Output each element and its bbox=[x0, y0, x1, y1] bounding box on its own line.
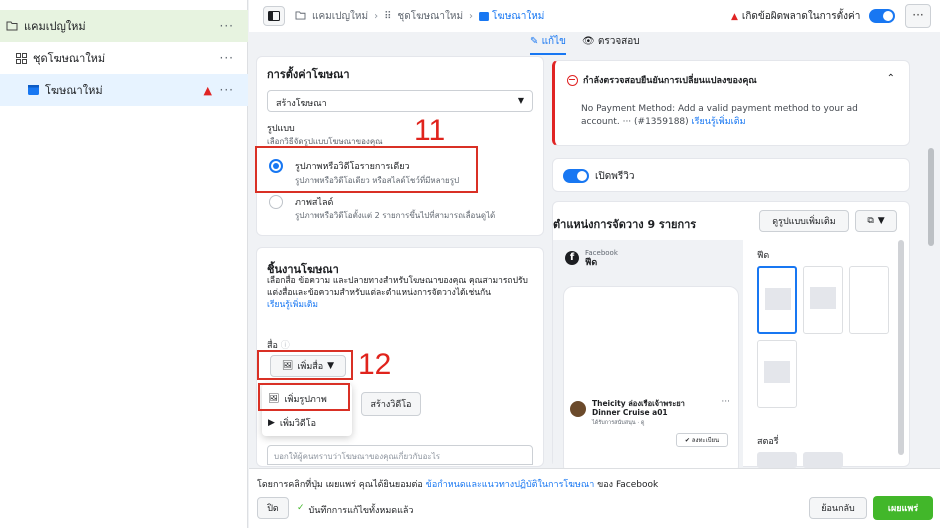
feed-group-label: ฟีด bbox=[757, 251, 770, 261]
publish-button[interactable]: เผยแพร่ bbox=[873, 496, 933, 520]
more-options-button[interactable]: ··· bbox=[905, 4, 931, 28]
campaign-tree-sidebar: แคมเปญใหม่ ··· ชุดโฆษณาใหม่ ··· โฆษณาใหม… bbox=[0, 0, 248, 528]
open-preview-button[interactable]: ⧉ ▼ bbox=[855, 210, 897, 232]
preview-toggle-card: เปิดพรีวิว bbox=[552, 158, 910, 192]
thumb-stories-2[interactable] bbox=[803, 452, 843, 468]
error-notice[interactable]: ▲ เกิดข้อผิดพลาดในการตั้งค่า bbox=[731, 9, 860, 24]
ad-icon bbox=[479, 12, 489, 21]
warning-icon: ▲ bbox=[731, 11, 738, 22]
thumb-marketplace[interactable] bbox=[849, 266, 889, 334]
add-video-option[interactable]: ▶ เพิ่มวิดีโอ bbox=[268, 416, 316, 430]
annotation-box-12a bbox=[257, 350, 353, 380]
video-icon: ▶ bbox=[268, 418, 275, 428]
platform-name: Facebook bbox=[585, 249, 618, 257]
sidebar-toggle-icon bbox=[268, 11, 280, 21]
format-carousel-desc: รูปภาพหรือวิดีโอตั้งแต่ 2 รายการขึ้นไปที… bbox=[295, 211, 496, 220]
cta-button[interactable]: ✔ ลงทะเบียน bbox=[676, 433, 728, 447]
terms-text: โดยการคลิกที่ปุ่ม เผยแพร่ คุณได้ยินยอมต่… bbox=[257, 480, 659, 490]
creative-desc: เลือกสื่อ ข้อความ และปลายทางสำหรับโฆษณาข… bbox=[267, 276, 528, 310]
annotation-label-11: 11 bbox=[414, 114, 446, 147]
more-formats-button[interactable]: ดูรูปแบบเพิ่มเติม bbox=[759, 210, 849, 232]
folder-icon bbox=[295, 10, 306, 23]
create-ad-select[interactable]: สร้างโฆษณา ▼ bbox=[267, 90, 533, 112]
breadcrumb-ad[interactable]: โฆษณาใหม่ bbox=[479, 9, 544, 24]
thumb-stories-1[interactable] bbox=[757, 452, 797, 468]
toggle-sidebar-button[interactable] bbox=[263, 6, 285, 26]
placement-thumbnails: ฟีด สตอรี่ bbox=[749, 240, 899, 468]
terms-link[interactable]: ข้อกำหนดและแนวทางปฏิบัติในการโฆษณา bbox=[426, 480, 595, 490]
platform-header: f Facebook ฟีด bbox=[565, 248, 618, 268]
create-video-button[interactable]: สร้างวิดีโอ bbox=[361, 392, 421, 416]
preview-area: f Facebook ฟีด Theicity ล่องเรือเจ้าพระย… bbox=[553, 240, 743, 476]
pencil-icon: ✎ bbox=[530, 36, 539, 47]
top-bar: แคมเปญใหม่ › ⠿ ชุดโฆษณาใหม่ › โฆษณาใหม่ … bbox=[249, 0, 940, 32]
page-scrollbar[interactable] bbox=[926, 56, 936, 467]
ad-status-toggle[interactable] bbox=[869, 9, 895, 23]
check-icon: ✓ bbox=[297, 503, 305, 513]
annotation-box-11 bbox=[255, 146, 478, 193]
placements-scrollbar[interactable] bbox=[898, 240, 904, 455]
breadcrumb: แคมเปญใหม่ › ⠿ ชุดโฆษณาใหม่ › โฆษณาใหม่ bbox=[295, 9, 544, 24]
error-body: No Payment Method: Add a valid payment m… bbox=[581, 104, 858, 127]
page-avatar bbox=[570, 401, 586, 417]
caret-down-icon: ▼ bbox=[517, 96, 524, 105]
saved-status: ✓ บันทึกการแก้ไขทั้งหมดแล้ว bbox=[297, 503, 414, 516]
close-button[interactable]: ปิด bbox=[257, 497, 289, 519]
external-link-icon: ⧉ bbox=[867, 216, 874, 226]
edit-review-tabs: ✎ แก้ไข 👁 ตรวจสอบ bbox=[530, 34, 640, 55]
caret-down-icon: ▼ bbox=[877, 216, 885, 226]
post-title: Theicity ล่องเรือเจ้าพระยา Dinner Cruise… bbox=[592, 399, 685, 417]
thumb-instagram-feed[interactable] bbox=[803, 266, 843, 334]
tab-edit[interactable]: ✎ แก้ไข bbox=[530, 34, 566, 55]
creative-learn-more-link[interactable]: เรียนรู้เพิ่มเติม bbox=[267, 300, 318, 310]
preview-label: เปิดพรีวิว bbox=[595, 171, 635, 182]
error-icon bbox=[567, 74, 578, 86]
annotation-label-12: 12 bbox=[358, 348, 392, 381]
folder-icon bbox=[6, 21, 18, 31]
sidebar-item-label: โฆษณาใหม่ bbox=[45, 84, 103, 97]
sidebar-item-campaign[interactable]: แคมเปญใหม่ ··· bbox=[0, 10, 248, 42]
tab-review[interactable]: 👁 ตรวจสอบ bbox=[582, 34, 640, 55]
error-title: กำลังตรวจสอบยืนยันการเปลี่ยนแปลงของคุณ bbox=[567, 73, 757, 87]
chevron-right-icon: › bbox=[469, 11, 474, 22]
grid-icon bbox=[16, 52, 27, 64]
chevron-right-icon: › bbox=[374, 11, 379, 22]
sidebar-item-adset[interactable]: ชุดโฆษณาใหม่ ··· bbox=[0, 42, 248, 74]
ad-more-button[interactable]: ··· bbox=[220, 83, 234, 97]
format-carousel-label: ภาพสไลด์ bbox=[295, 198, 334, 208]
preview-toggle[interactable] bbox=[563, 169, 589, 183]
eye-icon: 👁 bbox=[581, 36, 595, 47]
validation-error-card: กำลังตรวจสอบยืนยันการเปลี่ยนแปลงของคุณ ⌃… bbox=[552, 60, 910, 146]
post-more-icon[interactable]: ··· bbox=[721, 397, 730, 407]
sidebar-item-ad[interactable]: โฆษณาใหม่ ▲ ··· bbox=[0, 74, 248, 106]
post-subtitle: ได้รับการสนับสนุน · ดู bbox=[592, 420, 645, 426]
check-icon: ✔ bbox=[684, 436, 690, 444]
placements-title: ตำแหน่งการจัดวาง 9 รายการ bbox=[553, 218, 697, 231]
chevron-up-icon[interactable]: ⌃ bbox=[887, 73, 895, 84]
adset-more-button[interactable]: ··· bbox=[220, 51, 234, 65]
error-learn-more-link[interactable]: เรียนรู้เพิ่มเติม bbox=[692, 117, 746, 127]
warning-icon: ▲ bbox=[203, 83, 212, 97]
primary-text-input[interactable]: บอกให้ผู้คนทราบว่าโฆษณาของคุณเกี่ยวกับอะ… bbox=[267, 445, 533, 465]
stories-group-label: สตอรี่ bbox=[757, 437, 779, 447]
back-button[interactable]: ย้อนกลับ bbox=[809, 497, 867, 519]
ad-icon bbox=[28, 85, 39, 95]
format-title: รูปแบบ bbox=[267, 124, 295, 134]
breadcrumb-adset[interactable]: ชุดโฆษณาใหม่ bbox=[397, 9, 463, 24]
annotation-box-12b bbox=[258, 383, 350, 411]
sidebar-item-label: ชุดโฆษณาใหม่ bbox=[33, 52, 106, 65]
phone-preview: Theicity ล่องเรือเจ้าพระยา Dinner Cruise… bbox=[563, 286, 739, 476]
placements-card: ตำแหน่งการจัดวาง 9 รายการ ดูรูปแบบเพิ่มเ… bbox=[552, 201, 910, 476]
facebook-icon: f bbox=[565, 251, 579, 265]
thumb-facebook-feed[interactable] bbox=[757, 266, 797, 334]
footer-bar: โดยการคลิกที่ปุ่ม เผยแพร่ คุณได้ยินยอมต่… bbox=[249, 468, 940, 528]
grid-icon: ⠿ bbox=[384, 11, 392, 22]
campaign-more-button[interactable]: ··· bbox=[220, 19, 234, 33]
sidebar-item-label: แคมเปญใหม่ bbox=[24, 20, 86, 33]
breadcrumb-campaign[interactable]: แคมเปญใหม่ bbox=[312, 9, 368, 24]
ad-setup-title: การตั้งค่าโฆษณา bbox=[267, 68, 350, 81]
format-carousel-radio[interactable] bbox=[269, 195, 283, 209]
placement-name: ฟีด bbox=[585, 258, 598, 268]
thumb-video-feed[interactable] bbox=[757, 340, 797, 408]
